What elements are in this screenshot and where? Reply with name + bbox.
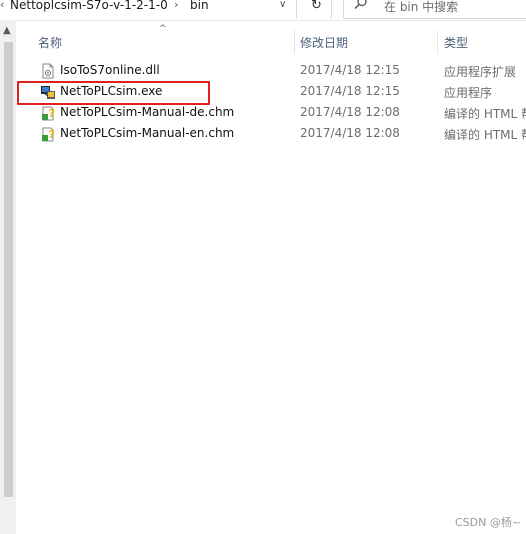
file-row-manual-de[interactable]: ? NetToPLCsim-Manual-de.chm 2017/4/18 12… <box>32 103 526 124</box>
breadcrumb-item-bin[interactable]: bin <box>190 0 209 12</box>
chevron-down-icon[interactable]: ∨ <box>279 0 286 12</box>
dll-file-icon <box>42 63 54 79</box>
scroll-up-icon[interactable]: ▲ <box>3 26 11 36</box>
search-icon <box>354 0 367 10</box>
svg-text:?: ? <box>49 128 55 141</box>
breadcrumb-item-root[interactable]: Nettoplcsim-S7o-v-1-2-1-0 <box>10 0 168 12</box>
column-divider[interactable] <box>437 30 438 54</box>
file-date: 2017/4/18 12:15 <box>300 84 400 98</box>
column-header: ^ 名称 修改日期 类型 <box>16 24 526 55</box>
refresh-button[interactable]: ↻ <box>302 0 332 19</box>
file-type: 应用程序 <box>444 86 493 100</box>
toolbar: ‹ Nettoplcsim-S7o-v-1-2-1-0 › bin ∨ ↻ 在 … <box>0 0 526 21</box>
file-date: 2017/4/18 12:15 <box>300 63 400 77</box>
file-name: NetToPLCsim-Manual-en.chm <box>60 126 235 140</box>
file-type: 编译的 HTML 帮 <box>444 128 526 142</box>
search-box[interactable]: 在 bin 中搜索 <box>343 0 526 19</box>
scrollbar-thumb[interactable] <box>4 42 13 497</box>
file-date: 2017/4/18 12:08 <box>300 126 400 140</box>
column-modified[interactable]: 修改日期 <box>300 34 348 51</box>
column-divider[interactable] <box>294 30 295 54</box>
breadcrumb-separator: › <box>174 0 179 11</box>
svg-text:?: ? <box>49 107 55 120</box>
search-input[interactable]: 在 bin 中搜索 <box>384 0 458 15</box>
chm-help-icon: ? <box>42 106 55 121</box>
file-type: 编译的 HTML 帮 <box>444 107 526 121</box>
file-date: 2017/4/18 12:08 <box>300 105 400 119</box>
refresh-icon: ↻ <box>311 0 322 13</box>
chm-help-icon: ? <box>42 127 55 142</box>
file-row-manual-en[interactable]: ? NetToPLCsim-Manual-en.chm 2017/4/18 12… <box>32 124 526 145</box>
column-type[interactable]: 类型 <box>444 34 468 51</box>
sort-ascending-icon: ^ <box>159 24 167 34</box>
column-name[interactable]: 名称 <box>38 34 62 51</box>
file-type: 应用程序扩展 <box>444 65 517 79</box>
file-row-isotos7online[interactable]: IsoToS7online.dll 2017/4/18 12:15 应用程序扩展 <box>32 61 526 82</box>
file-name: IsoToS7online.dll <box>60 63 160 77</box>
breadcrumb-separator: ‹ <box>0 0 5 11</box>
watermark-text: CSDN @杨~ <box>455 516 522 529</box>
navigation-pane-scrollbar[interactable]: ▲ <box>0 20 16 534</box>
file-name: NetToPLCsim-Manual-de.chm <box>60 105 235 119</box>
address-bar[interactable]: ‹ Nettoplcsim-S7o-v-1-2-1-0 › bin ∨ <box>0 0 297 19</box>
highlight-annotation <box>17 81 210 105</box>
